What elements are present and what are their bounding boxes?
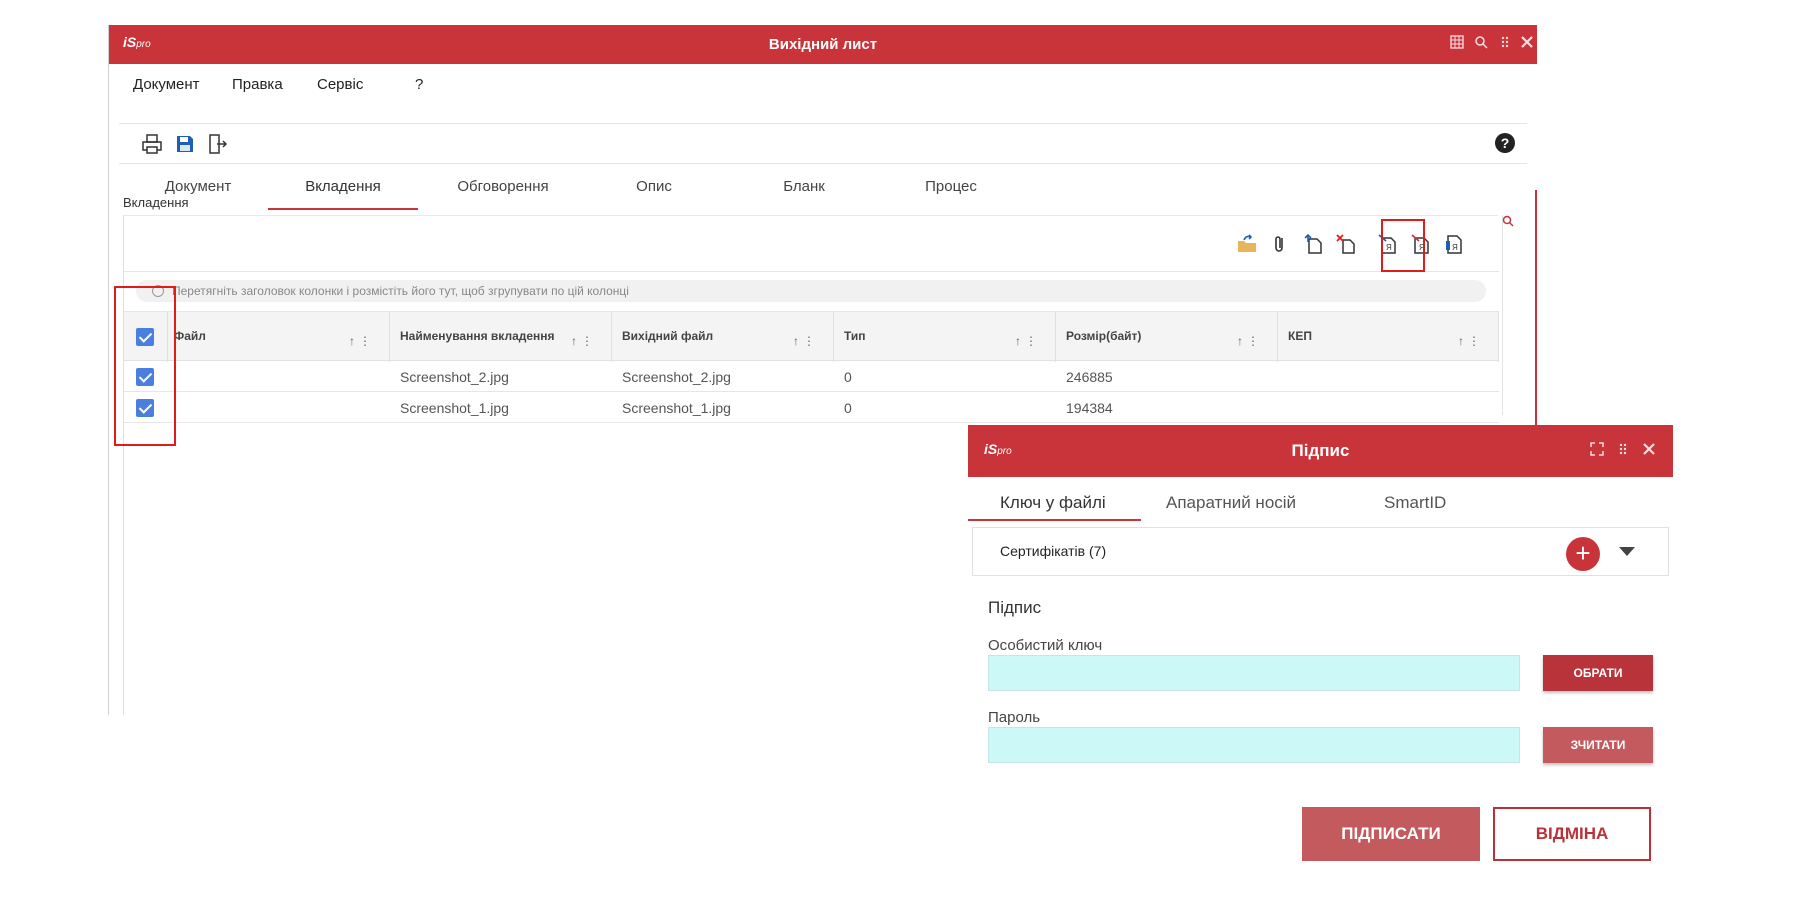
menu-service[interactable]: Сервіс: [317, 76, 363, 93]
cancel-button[interactable]: ВІДМІНА: [1493, 807, 1651, 861]
cell-source-file: Screenshot_2.jpg: [622, 369, 731, 385]
group-hint-text: Перетягніть заголовок колонки і розмісті…: [172, 284, 629, 298]
sort-menu-icon[interactable]: ↑⋮: [1015, 334, 1041, 348]
grid-view-icon[interactable]: [1449, 35, 1465, 51]
dialog-title: Підпис: [1291, 441, 1350, 460]
tab-attachments[interactable]: Вкладення: [268, 178, 418, 195]
column-file[interactable]: Файл ↑⋮: [168, 312, 390, 362]
exit-icon[interactable]: [207, 133, 229, 155]
section-label: Вкладення: [123, 195, 189, 210]
add-certificate-button[interactable]: +: [1566, 537, 1600, 571]
tab-key-file[interactable]: Ключ у файлі: [1000, 493, 1106, 513]
cell-size: 194384: [1066, 400, 1113, 416]
table-row[interactable]: Screenshot_1.jpg Screenshot_1.jpg 0 1943…: [124, 393, 1499, 423]
verify-signature-icon[interactable]: Я: [1443, 233, 1465, 255]
column-title: Найменування вкладення: [400, 329, 555, 343]
tab-discussion[interactable]: Обговорення: [433, 178, 573, 195]
cell-attachment-name: Screenshot_1.jpg: [400, 400, 509, 416]
cell-attachment-name: Screenshot_2.jpg: [400, 369, 509, 385]
window-title: Вихідний лист: [768, 36, 878, 53]
open-folder-icon[interactable]: [1236, 233, 1258, 255]
private-key-input[interactable]: [988, 655, 1520, 691]
tab-process[interactable]: Процес: [886, 178, 1016, 195]
column-title: Файл: [174, 329, 206, 343]
cell-type: 0: [844, 400, 852, 416]
main-titlebar: iSpro Вихідний лист: [109, 25, 1537, 64]
column-type[interactable]: Тип ↑⋮: [834, 312, 1056, 362]
menubar: Документ Правка Сервіс ?: [119, 64, 1527, 124]
column-kep[interactable]: КЕП ↑⋮: [1278, 312, 1499, 362]
tab-smartid[interactable]: SmartID: [1384, 493, 1446, 513]
tab-description[interactable]: Опис: [589, 178, 719, 195]
checkbox-column-highlight: [114, 286, 176, 446]
active-tab-indicator: [968, 519, 1141, 521]
sort-menu-icon[interactable]: ↑⋮: [1237, 334, 1263, 348]
menu-edit[interactable]: Правка: [232, 76, 283, 93]
maximize-icon[interactable]: [1590, 442, 1604, 460]
save-icon[interactable]: [174, 133, 196, 155]
sign-button[interactable]: ПІДПИСАТИ: [1302, 807, 1480, 861]
cell-source-file: Screenshot_1.jpg: [622, 400, 731, 416]
drag-handle-icon[interactable]: [1497, 35, 1513, 51]
sort-menu-icon[interactable]: ↑⋮: [571, 334, 597, 348]
sort-menu-icon[interactable]: ↑⋮: [793, 334, 819, 348]
drag-handle-icon[interactable]: [1616, 442, 1630, 460]
add-file-icon[interactable]: [1302, 233, 1324, 255]
column-title: Тип: [844, 329, 866, 343]
svg-text:Я: Я: [1452, 243, 1458, 252]
read-key-button[interactable]: ЗЧИТАТИ: [1543, 727, 1653, 763]
column-title: Вихідний файл: [622, 329, 714, 343]
active-tab-indicator: [268, 208, 418, 210]
cell-type: 0: [844, 369, 852, 385]
column-attachment-name[interactable]: Найменування вкладення ↑⋮: [390, 312, 612, 362]
sort-menu-icon[interactable]: ↑⋮: [349, 334, 375, 348]
column-size[interactable]: Розмір(байт) ↑⋮: [1056, 312, 1278, 362]
tab-hardware-token[interactable]: Апаратний носій: [1166, 493, 1296, 513]
sign-button-highlight: [1381, 219, 1425, 272]
menu-help[interactable]: ?: [415, 76, 423, 93]
certificates-panel[interactable]: Сертифікатів (7) +: [972, 527, 1669, 576]
cell-size: 246885: [1066, 369, 1113, 385]
grid-search-icon[interactable]: [1502, 214, 1514, 227]
private-key-label: Особистий ключ: [988, 637, 1103, 654]
menu-document[interactable]: Документ: [133, 76, 200, 93]
delete-file-icon[interactable]: [1335, 233, 1357, 255]
choose-key-button[interactable]: ОБРАТИ: [1543, 655, 1653, 691]
grid-toolbar: Я Я Я: [124, 216, 1499, 272]
print-icon[interactable]: [141, 133, 163, 155]
password-input[interactable]: [988, 727, 1520, 763]
toolbar: ?: [119, 124, 1527, 164]
password-label: Пароль: [988, 709, 1041, 726]
column-title: КЕП: [1288, 329, 1312, 343]
help-icon[interactable]: ?: [1495, 133, 1515, 153]
search-icon[interactable]: [1473, 35, 1489, 51]
scrollbar[interactable]: [1535, 190, 1537, 430]
document-tabs: Документ Вкладення Обговорення Опис Блан…: [119, 165, 1527, 211]
dialog-tabs: Ключ у файлі Апаратний носій SmartID: [968, 477, 1673, 525]
chevron-down-icon[interactable]: [1619, 547, 1635, 556]
sort-menu-icon[interactable]: ↑⋮: [1458, 334, 1484, 348]
table-row[interactable]: Screenshot_2.jpg Screenshot_2.jpg 0 2468…: [124, 362, 1499, 392]
column-title: Розмір(байт): [1066, 329, 1142, 343]
close-icon[interactable]: [1642, 442, 1656, 460]
grid-scroll-divider: [1502, 215, 1503, 415]
tab-blank[interactable]: Бланк: [739, 178, 869, 195]
tab-document[interactable]: Документ: [143, 178, 253, 195]
dialog-titlebar: iSpro Підпис: [968, 425, 1673, 477]
certificates-count: Сертифікатів (7): [1000, 543, 1107, 559]
sign-dialog: iSpro Підпис Ключ у файлі Апаратний носі…: [968, 425, 1673, 865]
column-source-file[interactable]: Вихідний файл ↑⋮: [612, 312, 834, 362]
signature-section-title: Підпис: [988, 598, 1042, 617]
group-by-bar[interactable]: Перетягніть заголовок колонки і розмісті…: [136, 280, 1486, 302]
grid-header: Файл ↑⋮ Найменування вкладення ↑⋮ Вихідн…: [124, 311, 1499, 362]
paperclip-icon[interactable]: [1269, 233, 1291, 255]
close-icon[interactable]: [1519, 35, 1535, 51]
